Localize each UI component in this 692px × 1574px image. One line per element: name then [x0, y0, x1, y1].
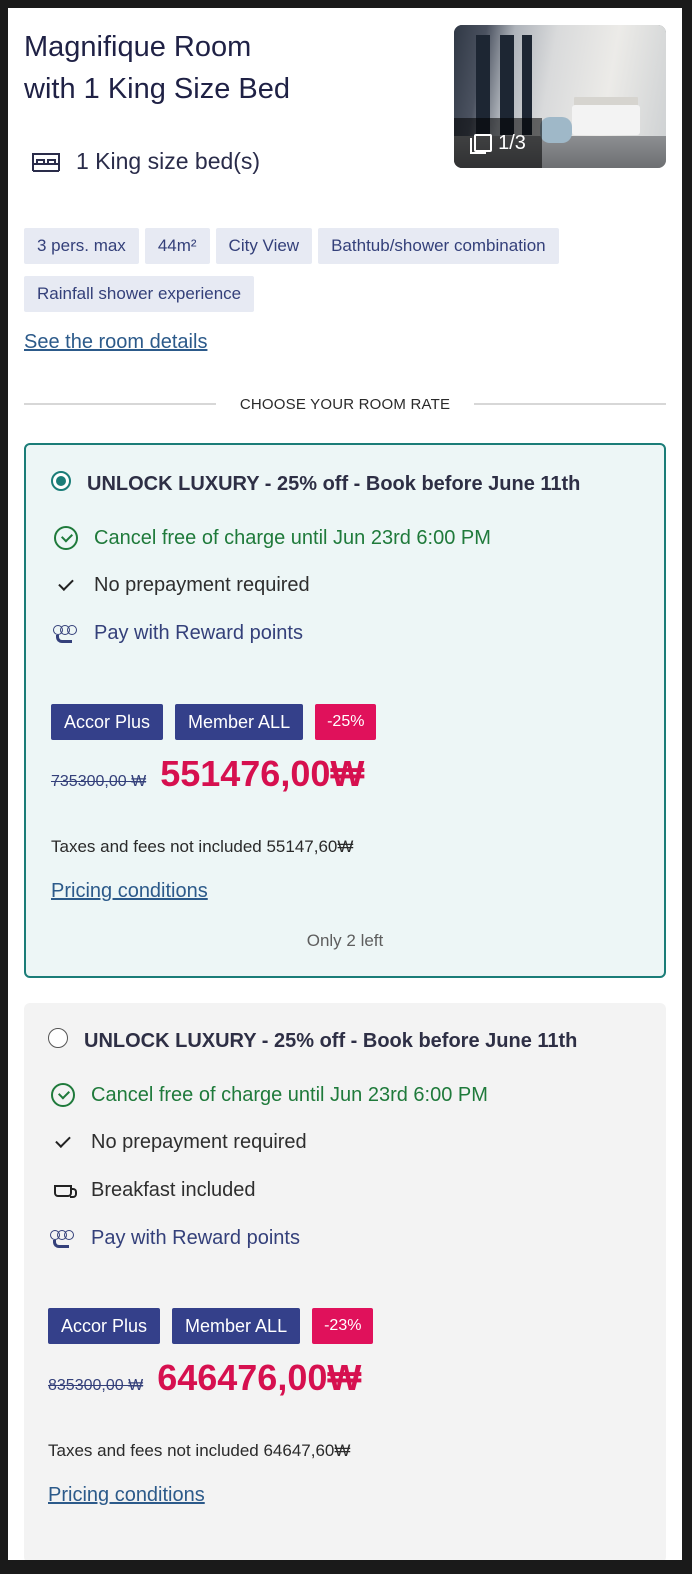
checkmark-icon	[55, 1131, 71, 1148]
clock-check-icon	[51, 1083, 75, 1107]
reward-points-info: Pay with Reward points	[49, 1227, 300, 1250]
prepayment-info: No prepayment required	[49, 1131, 307, 1154]
taxes-note: Taxes and fees not included 64647,60₩	[48, 1441, 351, 1460]
rate-radio-unselected[interactable]	[48, 1028, 68, 1048]
cancel-policy: Cancel free of charge until Jun 23rd 6:0…	[49, 1083, 488, 1107]
rate-radio-selected[interactable]	[51, 471, 71, 491]
clock-check-icon	[54, 526, 78, 550]
prepay-text: No prepayment required	[94, 574, 310, 596]
tag-size: 44m²	[144, 228, 210, 264]
photo-counter: 1/3	[498, 131, 526, 154]
room-title: Magnifique Room with 1 King Size Bed	[24, 26, 404, 110]
pricing-conditions-link[interactable]: Pricing conditions	[51, 880, 208, 903]
badge-accor-plus: Accor Plus	[48, 1308, 161, 1344]
gallery-icon	[470, 134, 493, 154]
cancel-policy: Cancel free of charge until Jun 23rd 6:0…	[52, 526, 491, 550]
reward-points-icon	[53, 623, 79, 645]
reward-points-info: Pay with Reward points	[52, 622, 303, 645]
bed-label: 1 King size bed(s)	[76, 148, 261, 174]
tag-capacity: 3 pers. max	[24, 228, 139, 264]
prepayment-info: No prepayment required	[52, 574, 310, 597]
bed-icon	[32, 152, 60, 172]
price-block: 835300,00 ₩ 646476,00₩	[48, 1357, 361, 1399]
rate-section-divider: CHOOSE YOUR ROOM RATE	[24, 392, 666, 416]
badge-discount: -23%	[312, 1308, 374, 1344]
divider-line	[474, 403, 666, 405]
checkmark-icon	[58, 574, 74, 591]
cancel-text: Cancel free of charge until Jun 23rd 6:0…	[94, 526, 491, 549]
original-price: 735300,00 ₩	[51, 773, 147, 790]
photo-chair	[540, 117, 572, 143]
original-price: 835300,00 ₩	[48, 1377, 144, 1394]
rate-option-1[interactable]: UNLOCK LUXURY - 25% off - Book before Ju…	[24, 443, 666, 978]
availability-note: Only 2 left	[306, 931, 384, 950]
badge-member-all: Member ALL	[172, 1308, 301, 1344]
badge-member-all: Member ALL	[175, 704, 304, 740]
room-card: Magnifique Room with 1 King Size Bed 1/3…	[8, 8, 682, 1560]
rate-title: UNLOCK LUXURY - 25% off - Book before Ju…	[87, 473, 581, 495]
breakfast-text: Breakfast included	[91, 1179, 256, 1201]
tag-shower: Rainfall shower experience	[24, 276, 255, 312]
rate-badges: Accor Plus Member ALL -23%	[48, 1308, 374, 1344]
prepay-text: No prepayment required	[91, 1131, 307, 1153]
room-photo[interactable]: 1/3	[454, 25, 666, 168]
badge-accor-plus: Accor Plus	[51, 704, 164, 740]
photo-bed	[572, 105, 640, 135]
tag-view: City View	[215, 228, 313, 264]
photo-gallery-badge[interactable]: 1/3	[454, 118, 542, 168]
rate-badges: Accor Plus Member ALL -25%	[51, 704, 377, 740]
room-title-line1: Magnifique Room	[24, 31, 252, 63]
tag-bathtub: Bathtub/shower combination	[318, 228, 559, 264]
coffee-cup-icon	[54, 1184, 77, 1198]
amenity-tags: 3 pers. max 44m² City View Bathtub/showe…	[24, 228, 664, 312]
room-title-line2: with 1 King Size Bed	[24, 73, 290, 105]
cancel-text: Cancel free of charge until Jun 23rd 6:0…	[91, 1083, 488, 1106]
bed-info: 1 King size bed(s)	[30, 148, 260, 175]
room-details-link[interactable]: See the room details	[24, 331, 207, 354]
breakfast-info: Breakfast included	[49, 1179, 256, 1202]
price-block: 735300,00 ₩ 551476,00₩	[51, 753, 364, 795]
divider-line	[24, 403, 216, 405]
rewards-text: Pay with Reward points	[91, 1227, 300, 1249]
pricing-conditions-link[interactable]: Pricing conditions	[48, 1484, 205, 1507]
reward-points-icon	[50, 1228, 76, 1250]
badge-discount: -25%	[315, 704, 377, 740]
rate-section-heading: CHOOSE YOUR ROOM RATE	[239, 395, 451, 413]
discounted-price: 646476,00₩	[157, 1357, 362, 1398]
rate-option-2[interactable]: UNLOCK LUXURY - 25% off - Book before Ju…	[24, 1003, 666, 1560]
taxes-note: Taxes and fees not included 55147,60₩	[51, 837, 354, 856]
rewards-text: Pay with Reward points	[94, 622, 303, 644]
rate-title: UNLOCK LUXURY - 25% off - Book before Ju…	[84, 1030, 578, 1052]
discounted-price: 551476,00₩	[160, 753, 365, 794]
